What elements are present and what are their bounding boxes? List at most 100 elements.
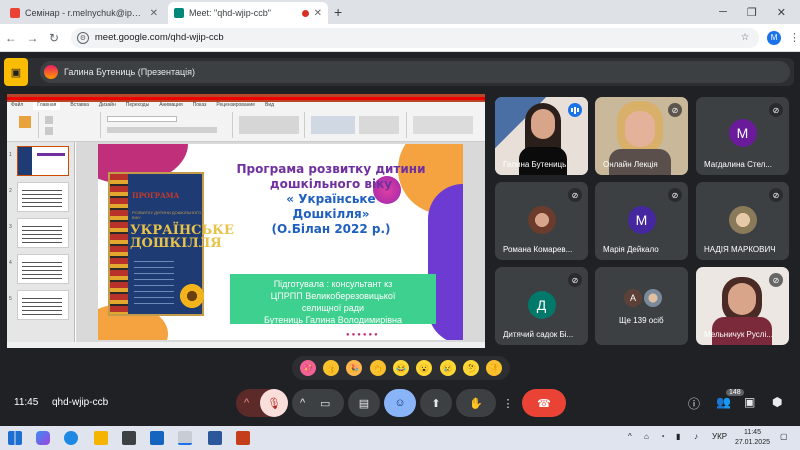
camera-button[interactable]: ▭ xyxy=(320,397,330,410)
author-box: Підготувала : консультант кз ЦПРПП Велик… xyxy=(230,274,436,325)
thumbs-up-reaction-button[interactable]: 👍 xyxy=(322,360,339,376)
tab-meet[interactable]: Meet: "qhd-wjip-ccb" ✕ xyxy=(168,2,328,24)
decor-dots: ●●●●●● xyxy=(346,332,380,338)
laugh-reaction-button[interactable]: 😂 xyxy=(392,360,409,376)
participant-avatar: M xyxy=(627,206,656,234)
speaker-icon[interactable]: ♪ xyxy=(694,432,698,441)
powerpoint-icon[interactable] xyxy=(236,431,250,445)
thinking-reaction-button[interactable]: 🤔 xyxy=(462,360,479,376)
ribbon-tab: Анимация xyxy=(159,102,183,108)
emoji-icon: ☺ xyxy=(394,397,406,409)
site-info-icon[interactable]: ⚙ xyxy=(76,31,89,44)
browser-tab-strip: Семінар - r.melnychuk@ippo.ed ✕ Meet: "q… xyxy=(0,0,800,24)
file-explorer-icon[interactable] xyxy=(94,431,108,445)
copilot-icon[interactable] xyxy=(36,431,50,445)
close-tab-icon[interactable]: ✕ xyxy=(150,8,158,19)
close-window-button[interactable]: ✕ xyxy=(777,6,786,19)
new-tab-button[interactable]: + xyxy=(334,4,342,20)
edge-icon[interactable] xyxy=(64,431,78,445)
tab-title: Семінар - r.melnychuk@ippo.ed xyxy=(25,8,145,18)
bookmark-star-icon[interactable]: ☆ xyxy=(741,32,750,43)
ribbon-group xyxy=(307,112,407,138)
presentation-icon[interactable]: ▣ xyxy=(4,58,28,86)
present-button[interactable]: ⬆ xyxy=(420,389,452,417)
slide-thumbnails: 1 2 3 4 5 xyxy=(7,142,75,342)
participant-tile[interactable]: M ⊘ Марія Дейкало xyxy=(595,182,688,260)
browser-menu-icon[interactable]: ⋮ xyxy=(789,31,800,44)
participant-tile[interactable]: ⊘ Онлайн Лекція xyxy=(595,97,688,175)
meet-icon xyxy=(174,8,184,18)
chat-icon[interactable]: ▣ xyxy=(744,395,755,409)
participant-tile[interactable]: Галина Бутениць xyxy=(495,97,588,175)
shared-screen: Файл Главная Вставка Дизайн Переходы Ани… xyxy=(7,94,485,348)
thumb-number: 5 xyxy=(9,296,12,302)
restore-button[interactable]: ❐ xyxy=(747,6,757,19)
clock-time: 11:45 xyxy=(743,429,761,436)
forward-icon[interactable]: → xyxy=(22,31,44,45)
people-button[interactable]: 👥 148 xyxy=(716,389,744,409)
tab-seminar[interactable]: Семінар - r.melnychuk@ippo.ed ✕ xyxy=(4,2,164,24)
mic-off-icon: ⊘ xyxy=(668,103,682,117)
ribbon-body xyxy=(7,110,485,142)
reload-icon[interactable]: ↻ xyxy=(43,31,65,45)
close-tab-icon[interactable]: ✕ xyxy=(314,8,322,19)
participant-tile[interactable]: ⊘ Романа Комарев... xyxy=(495,182,588,260)
back-icon[interactable]: ← xyxy=(0,31,22,45)
emoji-reactions-button[interactable]: ☺ xyxy=(384,389,416,417)
minimize-button[interactable]: ─ xyxy=(719,6,727,18)
system-clock[interactable]: 11:45 27.01.2025 xyxy=(735,428,770,448)
more-vert-icon: ⋮ xyxy=(502,397,514,410)
notifications-icon[interactable]: ▢ xyxy=(780,432,788,441)
participant-name: Мельничук Руслі... xyxy=(704,330,773,339)
book-cover-image: ПРОГРАМА РОЗВИТКУ ДИТИНИ ДОШКІЛЬНОГО ВІК… xyxy=(108,172,234,316)
mail-icon[interactable] xyxy=(150,431,164,445)
sad-reaction-button[interactable]: 😢 xyxy=(439,360,456,376)
thumbs-down-reaction-button[interactable]: 👎 xyxy=(486,360,503,376)
leave-call-button[interactable]: ☎ xyxy=(522,389,566,417)
participant-tile[interactable]: ⊘ НАДІЯ МАРКОВИЧ xyxy=(696,182,789,260)
mic-options-chevron-icon[interactable]: ^ xyxy=(244,397,249,409)
format-icons xyxy=(107,127,217,133)
windows-start-icon[interactable] xyxy=(8,431,22,445)
sunflower-image xyxy=(178,282,206,310)
heart-reaction-button[interactable]: 💖 xyxy=(299,360,316,376)
store-icon[interactable] xyxy=(122,431,136,445)
slide-icon xyxy=(45,116,53,124)
font-select xyxy=(107,116,177,122)
captions-button[interactable]: ▤ xyxy=(348,389,380,417)
profile-avatar[interactable]: M xyxy=(767,30,781,45)
participant-name: Романа Комарев... xyxy=(503,245,573,254)
clap-reaction-button[interactable]: 👏 xyxy=(369,360,386,376)
mic-off-button[interactable]: 🎙 xyxy=(260,389,288,417)
activities-icon[interactable]: ⬢ xyxy=(772,395,782,409)
presenter-pill: Галина Бутениць (Презентація) xyxy=(40,61,790,83)
author-line: Бутениць Галина Володимирівна xyxy=(264,315,402,325)
chrome-icon[interactable] xyxy=(178,431,192,445)
participant-tile[interactable]: ⊘ Мельничук Руслі... xyxy=(696,267,789,345)
mic-off-icon: ⊘ xyxy=(769,103,783,117)
more-participants-tile[interactable]: А Ще 139 осіб xyxy=(595,267,688,345)
ribbon-tab: Вставка xyxy=(70,102,89,108)
tab-title: Meet: "qhd-wjip-ccb" xyxy=(189,8,271,18)
surprised-reaction-button[interactable]: 😮 xyxy=(416,360,433,376)
book-big-title: УКРАЇНСЬКЕ ДОШКІЛЛЯ xyxy=(130,223,234,251)
battery-icon[interactable]: ▮ xyxy=(676,432,680,441)
url-field[interactable]: ⚙ meet.google.com/qhd-wjip-ccb ☆ xyxy=(70,27,760,48)
ribbon-group xyxy=(235,112,305,138)
participant-tile[interactable]: M ⊘ Магдалина Стел... xyxy=(696,97,789,175)
word-icon[interactable] xyxy=(208,431,222,445)
language-indicator[interactable]: УКР xyxy=(712,432,727,441)
party-reaction-button[interactable]: 🎉 xyxy=(346,360,363,376)
participant-tile[interactable]: Д ⊘ Дитячий садок Бі... xyxy=(495,267,588,345)
slide-title-line: Програма розвитку дитини xyxy=(236,162,426,176)
volume-icon[interactable]: ◔ xyxy=(660,432,665,441)
more-options-button[interactable]: ⋮ xyxy=(500,389,516,417)
network-icon[interactable]: ⌂ xyxy=(644,432,649,441)
camera-options-chevron-icon[interactable]: ^ xyxy=(300,397,305,409)
meeting-info-icon[interactable]: ⓘ xyxy=(688,395,700,412)
tray-chevron-icon[interactable]: ^ xyxy=(628,432,632,441)
raise-hand-button[interactable]: ✋ xyxy=(456,389,496,417)
slide-canvas: ПРОГРАМА РОЗВИТКУ ДИТИНИ ДОШКІЛЬНОГО ВІК… xyxy=(76,142,485,342)
participant-name: Марія Дейкало xyxy=(603,245,659,254)
slide-title-line: (О.Білан 2022 р.) xyxy=(271,222,391,236)
